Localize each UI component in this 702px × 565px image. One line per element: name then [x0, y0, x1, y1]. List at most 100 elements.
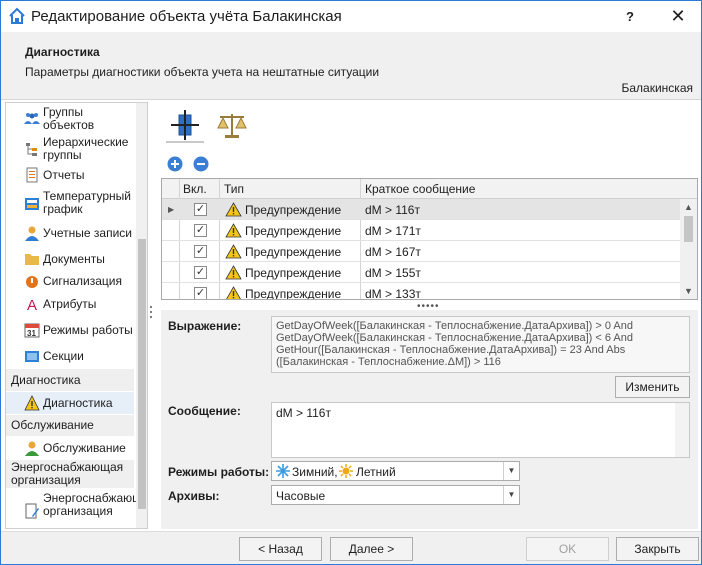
- warning-icon: [226, 286, 241, 299]
- sidebar-item-label: Отчеты: [43, 168, 85, 182]
- warning-icon: [225, 265, 242, 280]
- report-icon: [26, 167, 38, 183]
- sidebar-item-temperature[interactable]: Температурный график: [6, 189, 134, 217]
- sidebar-item-diagnostics[interactable]: Диагностика: [6, 392, 134, 414]
- page-subtitle: Параметры диагностики объекта учета на н…: [25, 65, 380, 79]
- column-header-enabled[interactable]: Вкл.: [183, 182, 207, 196]
- table-row[interactable]: ✓ Предупреждение dM > 171т: [162, 220, 680, 241]
- table-row[interactable]: ▶ ✓ Предупреждение dM > 116т: [162, 199, 680, 220]
- sidebar-item-label: Учетные записи: [43, 226, 132, 240]
- tab-diagnostics-icon[interactable]: [168, 108, 202, 142]
- table-row[interactable]: ✓ Предупреждение dM > 133т: [162, 283, 680, 300]
- sidebar-item-sections[interactable]: Секции: [6, 346, 134, 366]
- hierarchy-icon: [26, 143, 37, 156]
- sidebar-item-label: Секции: [43, 349, 84, 363]
- message-scrollbar[interactable]: [675, 403, 689, 457]
- table-row[interactable]: ✓ Предупреждение dM > 167т: [162, 241, 680, 262]
- expression-field[interactable]: GetDayOfWeek([Балакинская - Теплоснабжен…: [271, 316, 690, 373]
- enabled-checkbox[interactable]: ✓: [194, 245, 207, 258]
- service-user-icon: [25, 441, 39, 456]
- warning-icon: [24, 395, 40, 411]
- sidebar-item-label: Документы: [43, 252, 105, 266]
- row-type: Предупреждение: [245, 203, 342, 217]
- sidebar-item-label: Температурный график: [43, 189, 131, 216]
- ok-button[interactable]: OK: [526, 537, 609, 561]
- column-header-type[interactable]: Тип: [224, 182, 244, 196]
- dialog-window: Редактирование объекта учёта Балакинская…: [0, 0, 702, 565]
- scales-icon[interactable]: [215, 108, 249, 142]
- scrollbar-thumb[interactable]: [684, 216, 693, 242]
- edit-button[interactable]: Изменить: [615, 376, 690, 398]
- sidebar-item-label: Сигнализация: [43, 274, 123, 288]
- warning-icon: [225, 244, 242, 259]
- sidebar-item-service[interactable]: Обслуживание: [6, 437, 134, 459]
- sidebar-group-label: Диагностика: [11, 373, 81, 387]
- enabled-checkbox[interactable]: ✓: [194, 287, 207, 299]
- sidebar-group-label: Энергоснабжающая организация: [11, 460, 124, 487]
- sidebar-group-energy[interactable]: Энергоснабжающая организация: [6, 460, 134, 488]
- chevron-down-icon[interactable]: ▼: [503, 462, 519, 480]
- object-name: Балакинская: [621, 81, 694, 95]
- home-icon: [9, 7, 25, 24]
- enabled-checkbox[interactable]: ✓: [194, 266, 207, 279]
- table-header: Вкл. Тип Краткое сообщение: [162, 179, 697, 199]
- page-title: Диагностика: [25, 45, 100, 59]
- sidebar-item-reports[interactable]: Отчеты: [6, 166, 134, 186]
- warning-icon: [225, 223, 242, 238]
- sidebar-item-label: Группы объектов: [43, 105, 95, 132]
- message-label: Сообщение:: [168, 404, 241, 418]
- enabled-checkbox[interactable]: ✓: [194, 224, 207, 237]
- sidebar-item-work-modes[interactable]: 31 Режимы работы: [6, 319, 134, 341]
- splitter-handle[interactable]: [149, 305, 153, 319]
- add-icon[interactable]: [167, 156, 183, 172]
- sidebar-item-hierarchy[interactable]: Иерархические группы: [6, 135, 134, 163]
- remove-icon[interactable]: [193, 156, 209, 172]
- archives-value: Часовые: [276, 489, 326, 503]
- sidebar-group-service[interactable]: Обслуживание: [6, 415, 134, 436]
- scrollbar-thumb[interactable]: [138, 239, 146, 509]
- archives-dropdown[interactable]: Часовые ▼: [271, 485, 520, 505]
- close-icon[interactable]: ✕: [665, 5, 691, 27]
- row-type: Предупреждение: [245, 224, 342, 238]
- scroll-up-icon[interactable]: ▲: [684, 202, 693, 212]
- sidebar-item-energy[interactable]: Энергоснабжающая организация: [6, 490, 148, 528]
- page-header: Диагностика Параметры диагностики объект…: [1, 32, 701, 100]
- svg-text:31: 31: [27, 329, 36, 338]
- enabled-checkbox[interactable]: ✓: [194, 203, 207, 216]
- row-indicator-icon: ▶: [168, 205, 175, 214]
- sidebar-item-label: Энергоснабжающая организация: [43, 491, 148, 518]
- sidebar-item-alarms[interactable]: Сигнализация: [6, 271, 134, 291]
- row-message: dM > 133т: [365, 287, 421, 300]
- sidebar-group-diagnostics[interactable]: Диагностика: [6, 369, 134, 391]
- message-field[interactable]: dM > 116т: [271, 402, 690, 458]
- row-type: Предупреждение: [245, 266, 342, 280]
- sidebar-scrollbar[interactable]: [136, 103, 147, 528]
- back-button[interactable]: < Назад: [239, 537, 322, 561]
- next-button[interactable]: Далее >: [330, 537, 413, 561]
- close-button[interactable]: Закрыть: [616, 537, 699, 561]
- sidebar-item-accounts[interactable]: Учетные записи: [6, 224, 134, 244]
- sidebar-item-label: Диагностика: [43, 396, 113, 410]
- table-row[interactable]: ✓ Предупреждение dM > 155т: [162, 262, 680, 283]
- scroll-down-icon[interactable]: ▼: [684, 286, 693, 296]
- expression-label: Выражение:: [168, 319, 242, 333]
- sidebar-item-object-groups[interactable]: Группы объектов: [6, 105, 134, 132]
- chevron-down-icon[interactable]: ▼: [503, 486, 519, 504]
- row-message: dM > 155т: [365, 266, 421, 280]
- svg-text:A: A: [27, 297, 37, 312]
- sidebar-item-label: Режимы работы: [43, 323, 133, 337]
- message-text: dM > 116т: [276, 406, 331, 420]
- column-header-message[interactable]: Краткое сообщение: [365, 182, 475, 196]
- help-button[interactable]: ?: [619, 7, 641, 27]
- attribute-icon: A: [27, 297, 37, 312]
- diagnostics-table: Вкл. Тип Краткое сообщение ▶ ✓ Предупреж…: [161, 178, 698, 300]
- sidebar-item-documents[interactable]: Документы: [6, 249, 134, 269]
- modes-dropdown[interactable]: Зимний, Летний ▼: [271, 461, 520, 481]
- table-scrollbar[interactable]: ▲ ▼: [680, 199, 697, 299]
- sidebar-item-label: Иерархические группы: [43, 135, 129, 162]
- mode-winter: Зимний,: [292, 465, 338, 479]
- sidebar-item-attributes[interactable]: A Атрибуты: [6, 294, 134, 314]
- folder-icon: [25, 254, 39, 265]
- sidebar-group-label: Обслуживание: [11, 418, 94, 432]
- sun-icon: [339, 464, 353, 478]
